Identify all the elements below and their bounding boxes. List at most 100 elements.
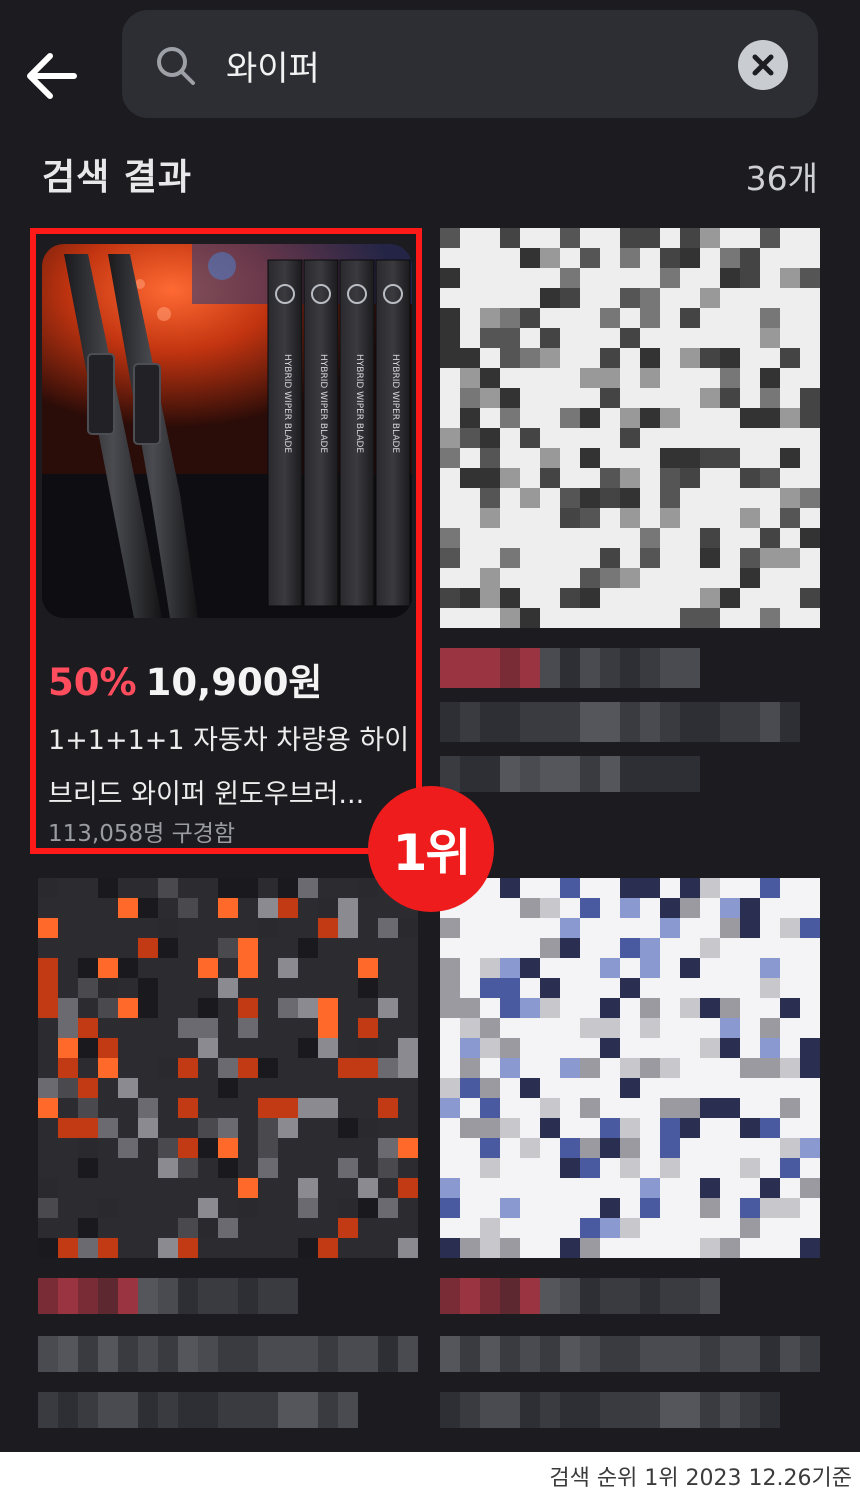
mosaic-pixel — [720, 1098, 740, 1118]
mosaic-pixel — [540, 1198, 560, 1218]
mosaic-pixel — [600, 588, 620, 608]
mosaic-pixel — [520, 248, 540, 268]
mosaic-pixel — [700, 1238, 720, 1258]
mosaic-pixel — [118, 1138, 138, 1158]
mosaic-pixel — [680, 1178, 700, 1198]
mosaic-pixel — [238, 978, 258, 998]
mosaic-pixel — [780, 468, 800, 488]
mosaic-pixel — [218, 1218, 238, 1238]
mosaic-pixel — [780, 898, 800, 918]
mosaic-pixel — [480, 1198, 500, 1218]
mosaic-pixel — [398, 1098, 418, 1118]
mosaic-pixel — [700, 408, 720, 428]
mosaic-pixel — [720, 408, 740, 428]
mosaic-pixel — [580, 958, 600, 978]
mosaic-pixel — [780, 918, 800, 938]
mosaic-pixel — [700, 1218, 720, 1238]
mosaic-pixel — [640, 1278, 660, 1314]
mosaic-pixel — [620, 1238, 640, 1258]
mosaic-pixel — [460, 1058, 480, 1078]
mosaic-pixel — [278, 1118, 298, 1138]
mosaic-pixel — [580, 1138, 600, 1158]
mosaic-pixel — [480, 702, 500, 742]
mosaic-pixel — [238, 958, 258, 978]
mosaic-pixel — [560, 918, 580, 938]
product-card-featured[interactable]: HYBRID WIPER BLADE HYBRID WIPER BLADE HY… — [30, 228, 422, 854]
mosaic-pixel — [158, 1336, 178, 1372]
mosaic-pixel — [620, 1118, 640, 1138]
mosaic-pixel — [700, 428, 720, 448]
mosaic-pixel — [298, 1078, 318, 1098]
mosaic-pixel — [640, 348, 660, 368]
mosaic-pixel — [640, 588, 660, 608]
mosaic-pixel — [560, 1098, 580, 1118]
search-bar[interactable] — [122, 10, 818, 118]
mosaic-pixel — [480, 958, 500, 978]
mosaic-pixel — [640, 1178, 660, 1198]
mosaic-pixel — [58, 958, 78, 978]
mosaic-pixel — [500, 1392, 520, 1428]
mosaic-pixel — [78, 1278, 98, 1314]
mosaic-pixel — [78, 1098, 98, 1118]
mosaic-pixel — [480, 978, 500, 998]
mosaic-pixel — [338, 1118, 358, 1138]
mosaic-pixel — [580, 248, 600, 268]
search-input[interactable] — [226, 40, 706, 90]
mosaic-pixel — [98, 878, 118, 898]
mosaic-pixel — [800, 1198, 820, 1218]
mosaic-pixel — [500, 1098, 520, 1118]
mosaic-pixel — [600, 1278, 620, 1314]
mosaic-pixel — [800, 268, 820, 288]
mosaic-pixel — [760, 1392, 780, 1428]
mosaic-pixel — [138, 1118, 158, 1138]
mosaic-pixel — [600, 448, 620, 468]
mosaic-pixel — [520, 548, 540, 568]
mosaic-pixel — [760, 408, 780, 428]
mosaic-pixel — [480, 938, 500, 958]
mosaic-pixel — [740, 978, 760, 998]
product-card-blurred-3[interactable] — [440, 878, 824, 1448]
mosaic-pixel — [540, 228, 560, 248]
mosaic-pixel — [640, 938, 660, 958]
mosaic-pixel — [700, 878, 720, 898]
mosaic-pixel — [800, 248, 820, 268]
mosaic-pixel — [178, 958, 198, 978]
mosaic-pixel — [138, 1238, 158, 1258]
mosaic-pixel — [500, 1198, 520, 1218]
mosaic-pixel — [178, 1018, 198, 1038]
mosaic-pixel — [760, 588, 780, 608]
mosaic-pixel — [98, 978, 118, 998]
mosaic-pixel — [740, 998, 760, 1018]
mosaic-pixel — [440, 448, 460, 468]
mosaic-pixel — [560, 448, 580, 468]
mosaic-pixel — [218, 958, 238, 978]
mosaic-pixel — [760, 1238, 780, 1258]
mosaic-pixel — [680, 1078, 700, 1098]
mosaic-pixel — [218, 1138, 238, 1158]
mosaic-pixel — [680, 1058, 700, 1078]
mosaic-pixel — [500, 288, 520, 308]
mosaic-pixel — [720, 268, 740, 288]
mosaic-pixel — [138, 938, 158, 958]
mosaic-pixel — [600, 368, 620, 388]
mosaic-pixel — [480, 388, 500, 408]
mosaic-pixel — [460, 1038, 480, 1058]
mosaic-pixel — [520, 756, 540, 792]
mosaic-pixel — [680, 756, 700, 792]
mosaic-pixel — [680, 1038, 700, 1058]
clear-search-button[interactable] — [738, 40, 788, 90]
mosaic-pixel — [78, 1078, 98, 1098]
mosaic-pixel — [520, 1336, 540, 1372]
product-card-blurred-1[interactable] — [440, 228, 824, 854]
mosaic-pixel — [620, 388, 640, 408]
product-title-line2: 브리드 와이퍼 윈도우브러... — [48, 779, 365, 810]
mosaic-pixel — [620, 648, 640, 688]
mosaic-pixel — [398, 978, 418, 998]
mosaic-pixel — [660, 468, 680, 488]
product-card-blurred-2[interactable] — [38, 878, 422, 1448]
mosaic-pixel — [720, 368, 740, 388]
mosaic-pixel — [198, 1336, 218, 1372]
mosaic-pixel — [800, 1078, 820, 1098]
back-button[interactable] — [22, 48, 82, 104]
mosaic-pixel — [700, 488, 720, 508]
